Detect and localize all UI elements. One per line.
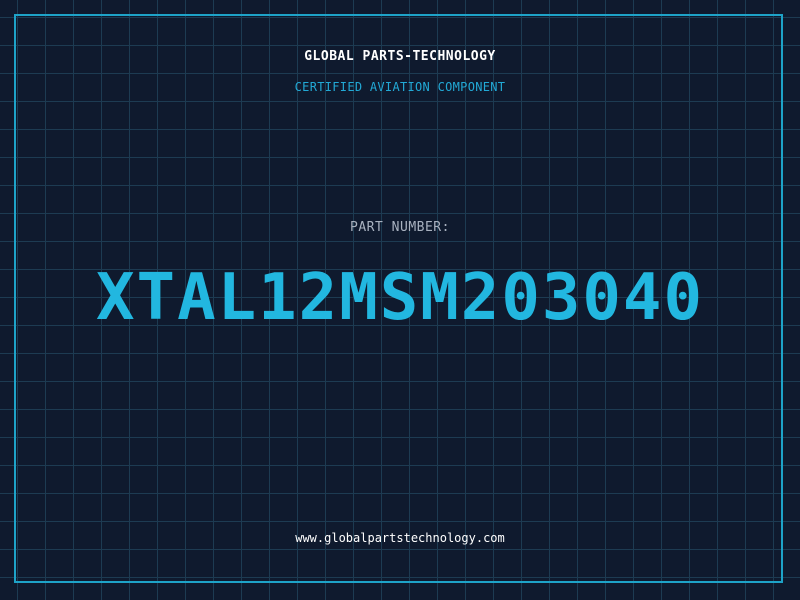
website-url: www.globalpartstechnology.com — [295, 531, 505, 545]
company-name: GLOBAL PARTS-TECHNOLOGY — [304, 49, 496, 64]
part-number-label: PART NUMBER: — [350, 220, 450, 235]
tagline: CERTIFIED AVIATION COMPONENT — [294, 80, 506, 94]
part-number-value: XTAL12MSM203040 — [96, 261, 704, 335]
